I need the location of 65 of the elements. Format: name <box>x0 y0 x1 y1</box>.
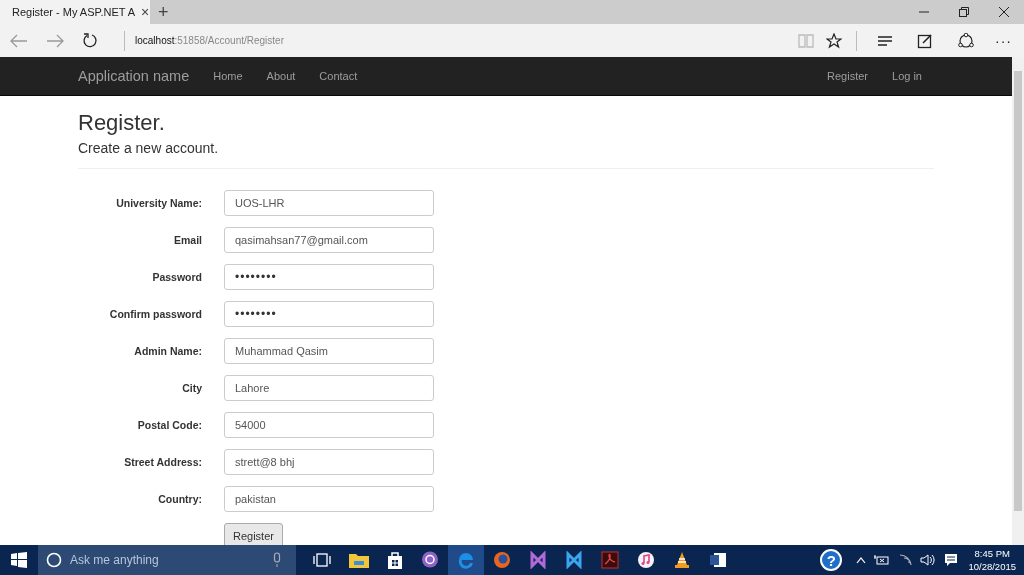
close-tab-button[interactable]: × <box>141 4 150 20</box>
refresh-icon[interactable] <box>82 32 98 49</box>
chat-bubble-icon[interactable] <box>421 551 439 569</box>
cone-icon[interactable] <box>673 551 691 569</box>
microphone-icon[interactable] <box>272 552 282 568</box>
close-icon[interactable] <box>998 6 1010 18</box>
input-field[interactable]: qasimahsan77@gmail.com <box>224 226 434 253</box>
nav-link[interactable]: Home <box>213 70 243 82</box>
nav-link[interactable]: Log in <box>892 70 922 82</box>
field-label: Street Address: <box>123 455 202 468</box>
browser-icon[interactable] <box>448 545 484 575</box>
clock-date: 10/28/2015 <box>968 560 1016 573</box>
field-label: City <box>181 381 202 394</box>
menu-icon[interactable] <box>877 34 893 47</box>
input-field[interactable]: pakistan <box>224 485 434 512</box>
field-label: University Name: <box>115 196 202 209</box>
input-field[interactable]: strett@8 bhj <box>224 448 434 475</box>
store-icon[interactable] <box>387 551 403 569</box>
star-icon[interactable] <box>826 32 842 49</box>
clock-time: 8:45 PM <box>974 547 1010 560</box>
field-label: Confirm password <box>108 307 202 320</box>
circle-icon <box>46 552 62 568</box>
scrollbar[interactable] <box>1012 57 1024 545</box>
field-label: Country: <box>157 492 202 505</box>
input-field[interactable]: Lahore <box>224 374 434 401</box>
input-field[interactable]: 54000 <box>224 411 434 438</box>
browser-tab[interactable]: Register - My ASP.NET A × <box>0 0 150 24</box>
share-icon[interactable] <box>957 32 975 49</box>
field-label: Password <box>151 270 202 283</box>
note-icon[interactable] <box>917 32 933 49</box>
input-field[interactable]: •••••••• <box>224 300 434 327</box>
page-subtitle: Create a new account. <box>78 140 220 156</box>
page-title: Register. <box>78 110 166 136</box>
windows-icon[interactable] <box>11 552 27 568</box>
battery-icon[interactable] <box>874 554 891 566</box>
tab-title: Register - My ASP.NET A <box>12 6 136 18</box>
music-icon[interactable] <box>637 551 655 569</box>
input-field[interactable]: •••••••• <box>224 263 434 290</box>
more-button[interactable]: ··· <box>995 32 1012 49</box>
input-field[interactable]: UOS-LHR <box>224 189 434 216</box>
folder-icon[interactable] <box>349 552 369 568</box>
search-field[interactable]: Ask me anything <box>38 545 296 575</box>
speaker-icon[interactable] <box>920 554 937 566</box>
nav-link[interactable]: Register <box>827 70 868 82</box>
task-view-icon[interactable] <box>313 553 331 567</box>
input-field[interactable]: Muhammad Qasim <box>224 337 434 364</box>
nav-link[interactable]: Contact <box>319 70 358 82</box>
nav-link[interactable]: About <box>266 70 296 82</box>
chevron-up-icon[interactable] <box>856 556 867 564</box>
register-button[interactable]: Register <box>224 522 283 545</box>
address-field[interactable]: localhost:51858/Account/Register <box>135 35 792 46</box>
forward-icon[interactable] <box>46 33 64 48</box>
field-label: Email <box>173 233 202 246</box>
field-label: Admin Name: <box>133 344 202 357</box>
help-icon[interactable]: ? <box>820 549 843 571</box>
new-tab-button[interactable]: + <box>150 1 177 23</box>
brand-link[interactable]: Application name <box>78 68 190 84</box>
ribbon-icon[interactable] <box>529 551 547 569</box>
globe-icon[interactable] <box>493 551 511 569</box>
field-label: Postal Code: <box>136 418 202 431</box>
notification-icon[interactable] <box>944 553 959 567</box>
ribbon-icon[interactable] <box>565 551 583 569</box>
restore-icon[interactable] <box>958 6 970 18</box>
back-icon[interactable] <box>10 33 28 48</box>
document-icon[interactable] <box>709 551 727 569</box>
